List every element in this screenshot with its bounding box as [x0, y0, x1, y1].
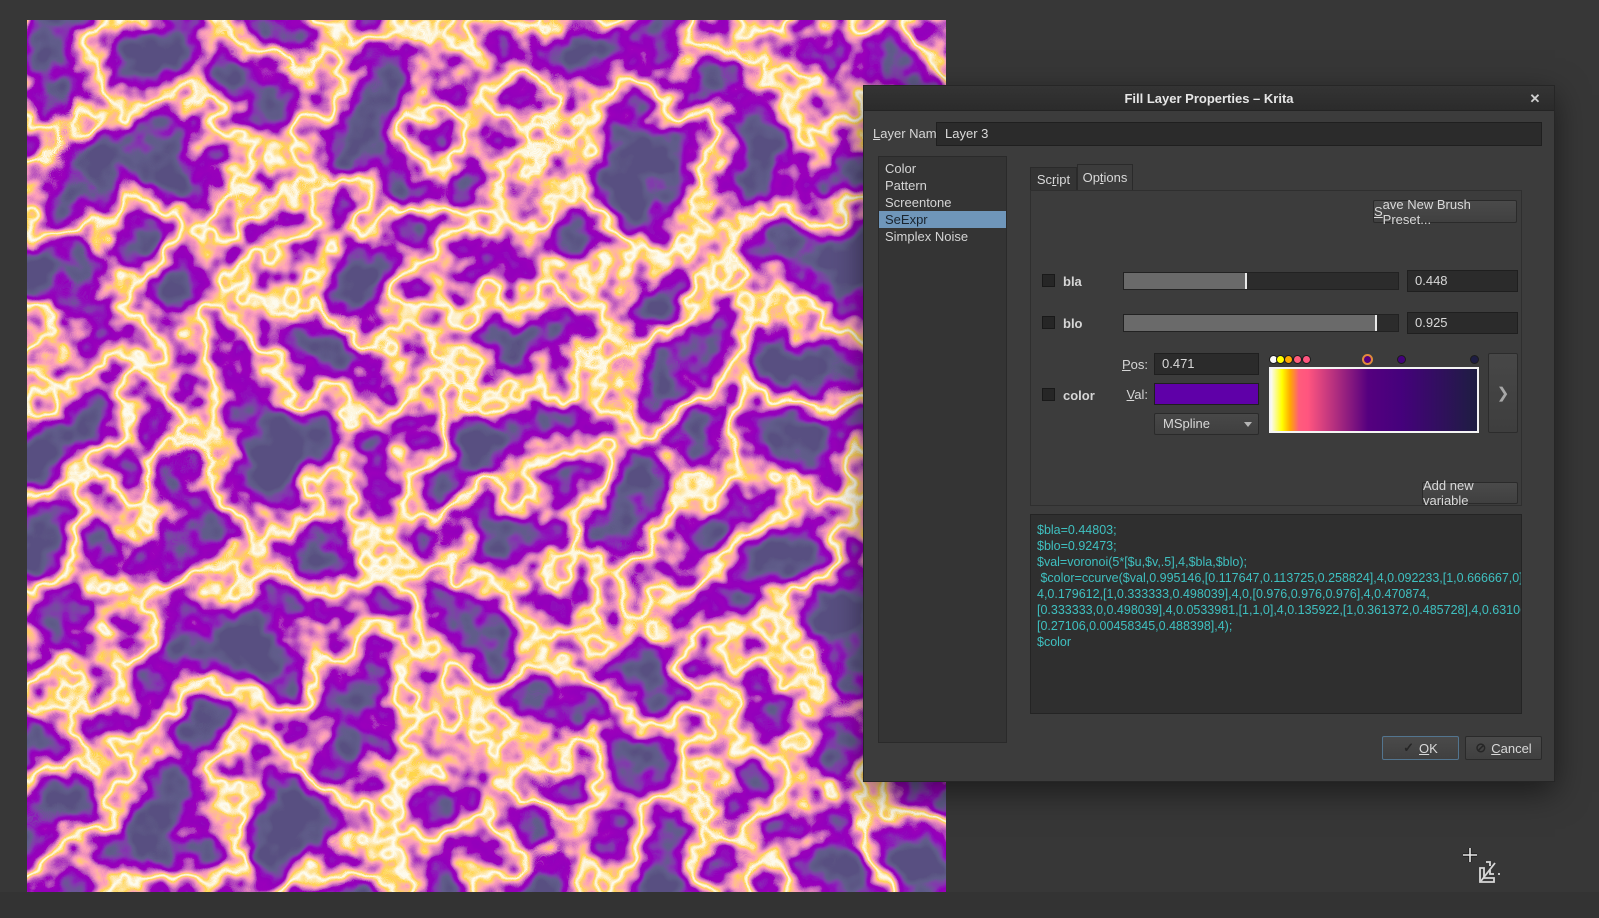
options-tab-panel [1030, 190, 1522, 506]
blo-slider-fill [1124, 315, 1377, 331]
fill-type-simplex-noise[interactable]: Simplex Noise [879, 228, 1006, 245]
canvas-background-strip [0, 892, 1599, 918]
gradient-next-button[interactable]: ❯ [1488, 353, 1518, 433]
color-checkbox[interactable] [1042, 388, 1055, 401]
gradient-stop-handle[interactable] [1293, 355, 1302, 364]
bla-checkbox[interactable] [1042, 274, 1055, 287]
bla-slider-handle[interactable] [1245, 273, 1247, 289]
interpolation-dropdown[interactable]: MSpline [1154, 413, 1259, 435]
script-line: $bla=0.44803; [1037, 522, 1515, 538]
tab-script[interactable]: Script [1030, 167, 1077, 190]
bla-slider[interactable] [1123, 272, 1399, 290]
script-line: [0.27106,0.00458345,0.488398],4); [1037, 618, 1515, 634]
blo-slider[interactable] [1123, 314, 1399, 332]
desktop: { "window": { "title": "Fill Layer Prope… [0, 0, 1599, 918]
gradient-stop-handle[interactable] [1302, 355, 1311, 364]
add-new-variable-button[interactable]: Add new variable [1422, 482, 1518, 504]
script-line: $blo=0.92473; [1037, 538, 1515, 554]
fill-type-list: Color Pattern Screentone SeExpr Simplex … [878, 156, 1007, 743]
canvas-preview[interactable] [27, 20, 946, 892]
crop-tool-cursor [1462, 847, 1502, 887]
save-new-brush-preset-button[interactable]: Save New Brush Preset... [1373, 200, 1517, 223]
interpolation-value: MSpline [1163, 416, 1210, 431]
cancel-slash-icon: ⊘ [1475, 740, 1486, 756]
close-icon[interactable]: ✕ [1526, 90, 1544, 108]
val-color-swatch[interactable] [1154, 383, 1259, 405]
fill-type-color[interactable]: Color [879, 160, 1006, 177]
gradient-preview[interactable] [1269, 367, 1479, 433]
cancel-button[interactable]: ⊘ Cancel [1465, 736, 1542, 760]
script-line: 4,0.179612,[1,0.333333,0.498039],4,0,[0.… [1037, 586, 1515, 602]
pos-input[interactable]: 0.471 [1154, 353, 1259, 375]
color-variable-label: color [1063, 388, 1095, 403]
script-line: $color [1037, 634, 1515, 650]
chevron-down-icon [1244, 422, 1252, 427]
ok-button[interactable]: ✓ OK [1382, 736, 1459, 760]
gradient-stop-handle[interactable] [1362, 354, 1373, 365]
pos-label: Pos: [1096, 357, 1148, 372]
fill-type-screentone[interactable]: Screentone [879, 194, 1006, 211]
gradient-editor[interactable] [1269, 353, 1479, 433]
generated-script-output[interactable]: $bla=0.44803; $blo=0.92473; $val=voronoi… [1030, 514, 1522, 714]
script-line: $color=ccurve($val,0.995146,[0.117647,0.… [1037, 570, 1515, 586]
seexpr-noise-render [27, 20, 946, 892]
script-line: [0.333333,0,0.498039],4,0.0533981,[1,1,0… [1037, 602, 1515, 618]
gradient-stop-handle[interactable] [1470, 355, 1479, 364]
blo-checkbox[interactable] [1042, 316, 1055, 329]
dialog-title: Fill Layer Properties – Krita [1124, 91, 1293, 106]
val-label: Val: [1096, 387, 1148, 402]
bla-value-input[interactable]: 0.448 [1407, 270, 1518, 292]
script-line: $val=voronoi(5*[$u,$v,.5],4,$bla,$blo); [1037, 554, 1515, 570]
fill-type-seexpr[interactable]: SeExpr [879, 211, 1006, 228]
blo-variable-label: blo [1063, 316, 1083, 331]
checkmark-icon: ✓ [1403, 740, 1414, 756]
cancel-button-label: Cancel [1491, 741, 1531, 756]
layer-name-input[interactable]: Layer 3 [936, 122, 1542, 146]
bla-variable-label: bla [1063, 274, 1082, 289]
fill-type-pattern[interactable]: Pattern [879, 177, 1006, 194]
tab-options[interactable]: Options [1077, 164, 1133, 190]
fill-layer-properties-dialog: Fill Layer Properties – Krita ✕ Layer Na… [863, 85, 1555, 782]
blo-slider-handle[interactable] [1375, 315, 1377, 331]
dialog-titlebar[interactable]: Fill Layer Properties – Krita ✕ [864, 86, 1554, 111]
chevron-right-icon: ❯ [1497, 384, 1510, 402]
gradient-stop-strip[interactable] [1269, 353, 1479, 367]
blo-value-input[interactable]: 0.925 [1407, 312, 1518, 334]
bla-slider-fill [1124, 273, 1247, 289]
ok-button-label: OK [1419, 741, 1438, 756]
gradient-stop-handle[interactable] [1397, 355, 1406, 364]
gradient-stop-handle[interactable] [1284, 355, 1293, 364]
